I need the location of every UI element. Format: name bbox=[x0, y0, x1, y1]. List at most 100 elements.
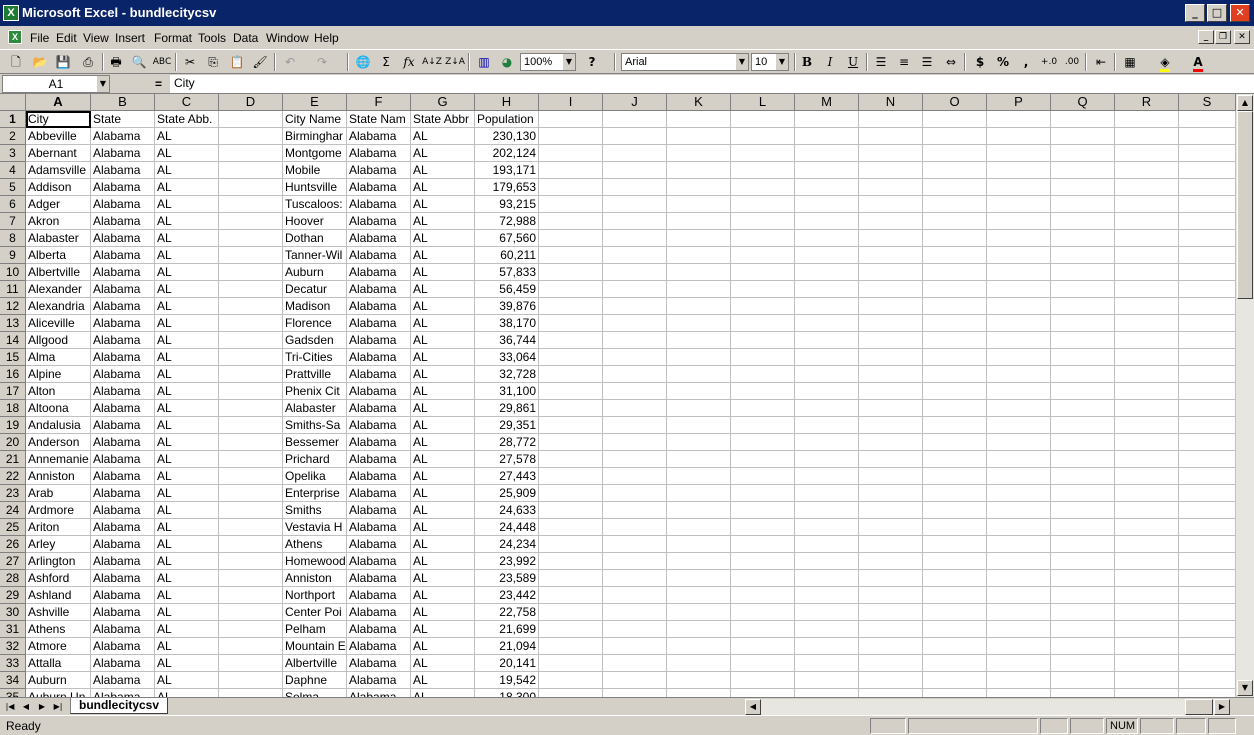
cell-l17[interactable] bbox=[731, 383, 795, 400]
cell-d12[interactable] bbox=[219, 298, 283, 315]
column-header-p[interactable]: P bbox=[987, 94, 1051, 111]
cell-p2[interactable] bbox=[987, 128, 1051, 145]
row-header[interactable]: 15 bbox=[0, 349, 26, 366]
cell-b5[interactable]: Alabama bbox=[91, 179, 155, 196]
cell-a33[interactable]: Attalla bbox=[26, 655, 91, 672]
cell-m2[interactable] bbox=[795, 128, 859, 145]
cell-b20[interactable]: Alabama bbox=[91, 434, 155, 451]
row-header[interactable]: 8 bbox=[0, 230, 26, 247]
cell-e31[interactable]: Pelham bbox=[283, 621, 347, 638]
cell-m12[interactable] bbox=[795, 298, 859, 315]
row-header[interactable]: 6 bbox=[0, 196, 26, 213]
cell-l28[interactable] bbox=[731, 570, 795, 587]
cell-g11[interactable]: AL bbox=[411, 281, 475, 298]
cell-s10[interactable] bbox=[1179, 264, 1236, 281]
cell-o6[interactable] bbox=[923, 196, 987, 213]
cell-a9[interactable]: Alberta bbox=[26, 247, 91, 264]
cell-g30[interactable]: AL bbox=[411, 604, 475, 621]
cell-i3[interactable] bbox=[539, 145, 603, 162]
cell-a26[interactable]: Arley bbox=[26, 536, 91, 553]
cell-a11[interactable]: Alexander bbox=[26, 281, 91, 298]
cell-p22[interactable] bbox=[987, 468, 1051, 485]
cell-n23[interactable] bbox=[859, 485, 923, 502]
cell-a3[interactable]: Abernant bbox=[26, 145, 91, 162]
cell-k11[interactable] bbox=[667, 281, 731, 298]
cell-b29[interactable]: Alabama bbox=[91, 587, 155, 604]
cell-k26[interactable] bbox=[667, 536, 731, 553]
cell-a31[interactable]: Athens bbox=[26, 621, 91, 638]
cell-e28[interactable]: Anniston bbox=[283, 570, 347, 587]
cell-q13[interactable] bbox=[1051, 315, 1115, 332]
row-header[interactable]: 35 bbox=[0, 689, 26, 697]
underline-icon[interactable]: U bbox=[843, 53, 863, 71]
paste-icon[interactable]: 📋 bbox=[227, 53, 247, 71]
cell-q28[interactable] bbox=[1051, 570, 1115, 587]
cell-s19[interactable] bbox=[1179, 417, 1236, 434]
hyperlink-icon[interactable]: 🌐 bbox=[353, 53, 373, 71]
row-header[interactable]: 27 bbox=[0, 553, 26, 570]
cell-o12[interactable] bbox=[923, 298, 987, 315]
cell-d22[interactable] bbox=[219, 468, 283, 485]
cell-p17[interactable] bbox=[987, 383, 1051, 400]
row-header[interactable]: 5 bbox=[0, 179, 26, 196]
cell-j11[interactable] bbox=[603, 281, 667, 298]
horizontal-scrollbar[interactable]: ◀ ▶ bbox=[745, 699, 1230, 715]
cell-k27[interactable] bbox=[667, 553, 731, 570]
doc-minimize-button[interactable]: _ bbox=[1198, 30, 1214, 44]
cell-j34[interactable] bbox=[603, 672, 667, 689]
cell-e33[interactable]: Albertville bbox=[283, 655, 347, 672]
cell-b8[interactable]: Alabama bbox=[91, 230, 155, 247]
cell-s5[interactable] bbox=[1179, 179, 1236, 196]
cell-h35[interactable]: 18,300 bbox=[475, 689, 539, 697]
cell-n3[interactable] bbox=[859, 145, 923, 162]
cell-d1[interactable] bbox=[219, 111, 283, 128]
cell-j30[interactable] bbox=[603, 604, 667, 621]
cell-h7[interactable]: 72,988 bbox=[475, 213, 539, 230]
cell-q20[interactable] bbox=[1051, 434, 1115, 451]
cell-o27[interactable] bbox=[923, 553, 987, 570]
cell-n13[interactable] bbox=[859, 315, 923, 332]
cell-d11[interactable] bbox=[219, 281, 283, 298]
cell-a21[interactable]: Annemanie bbox=[26, 451, 91, 468]
cell-d29[interactable] bbox=[219, 587, 283, 604]
cell-a2[interactable]: Abbeville bbox=[26, 128, 91, 145]
column-header-g[interactable]: G bbox=[411, 94, 475, 111]
cell-e4[interactable]: Mobile bbox=[283, 162, 347, 179]
cell-b11[interactable]: Alabama bbox=[91, 281, 155, 298]
cell-s30[interactable] bbox=[1179, 604, 1236, 621]
cell-k4[interactable] bbox=[667, 162, 731, 179]
cell-n32[interactable] bbox=[859, 638, 923, 655]
cell-l24[interactable] bbox=[731, 502, 795, 519]
cell-b28[interactable]: Alabama bbox=[91, 570, 155, 587]
cell-g28[interactable]: AL bbox=[411, 570, 475, 587]
cell-m8[interactable] bbox=[795, 230, 859, 247]
cell-s20[interactable] bbox=[1179, 434, 1236, 451]
column-header-q[interactable]: Q bbox=[1051, 94, 1115, 111]
cell-c12[interactable]: AL bbox=[155, 298, 219, 315]
cell-r9[interactable] bbox=[1115, 247, 1179, 264]
cell-k16[interactable] bbox=[667, 366, 731, 383]
cell-s1[interactable] bbox=[1179, 111, 1236, 128]
cell-p24[interactable] bbox=[987, 502, 1051, 519]
cell-s11[interactable] bbox=[1179, 281, 1236, 298]
spelling-icon[interactable]: ABC bbox=[152, 53, 172, 71]
cell-m4[interactable] bbox=[795, 162, 859, 179]
cell-l2[interactable] bbox=[731, 128, 795, 145]
cell-g2[interactable]: AL bbox=[411, 128, 475, 145]
cell-o24[interactable] bbox=[923, 502, 987, 519]
cell-k30[interactable] bbox=[667, 604, 731, 621]
cell-a20[interactable]: Anderson bbox=[26, 434, 91, 451]
column-header-i[interactable]: I bbox=[539, 94, 603, 111]
cell-r20[interactable] bbox=[1115, 434, 1179, 451]
cell-i4[interactable] bbox=[539, 162, 603, 179]
vertical-scroll-thumb[interactable] bbox=[1237, 111, 1253, 299]
menu-data[interactable]: Data bbox=[233, 31, 258, 45]
cell-a35[interactable]: Auburn Un bbox=[26, 689, 91, 697]
cell-s29[interactable] bbox=[1179, 587, 1236, 604]
cell-r17[interactable] bbox=[1115, 383, 1179, 400]
cell-a23[interactable]: Arab bbox=[26, 485, 91, 502]
cell-d27[interactable] bbox=[219, 553, 283, 570]
cell-d32[interactable] bbox=[219, 638, 283, 655]
worksheet-grid[interactable]: ABCDEFGHIJKLMNOPQRS 1 City State State Abb.… bbox=[0, 94, 1236, 697]
cell-k20[interactable] bbox=[667, 434, 731, 451]
